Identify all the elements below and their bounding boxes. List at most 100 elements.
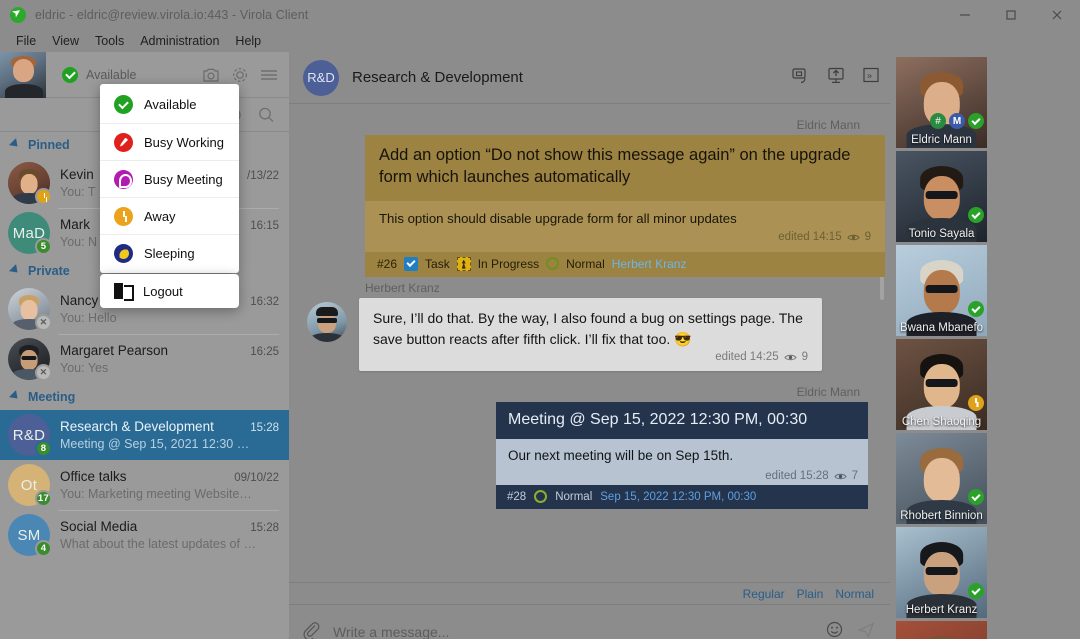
meeting-body: Our next meeting will be on Sep 15th. (508, 448, 733, 463)
my-status-label[interactable]: Available (86, 68, 201, 82)
participants-panel[interactable]: #MEldric MannTonio Sayala Bwana Mbanefo Ch… (890, 52, 1080, 639)
gear-icon[interactable] (230, 65, 250, 85)
task-id: #26 (377, 257, 397, 271)
participant-card[interactable]: Herbert Kranz (896, 527, 987, 618)
available-icon (114, 95, 133, 114)
moderator-badge-icon: M (949, 113, 965, 129)
unread-badge: 17 (35, 490, 52, 507)
meeting-title: Meeting @ Sep 15, 2022 12:30 PM, 00:30 (496, 402, 868, 439)
my-status-icon[interactable] (62, 67, 78, 83)
menu-tools[interactable]: Tools (87, 32, 132, 50)
screen-share-icon[interactable] (790, 66, 810, 90)
list-item-research-development[interactable]: R&D 8 Research & Development 15:28 Meeti… (0, 410, 289, 460)
views-count: 7 (852, 470, 858, 482)
avatar: MaD 5 (8, 212, 50, 254)
send-icon[interactable] (856, 620, 876, 639)
meeting-date[interactable]: Sep 15, 2022 12:30 PM, 00:30 (600, 491, 756, 503)
page-title: Research & Development (352, 69, 790, 86)
online-status-icon (968, 489, 984, 505)
task-priority-label: Normal (566, 257, 605, 271)
search-icon[interactable] (255, 104, 277, 126)
status-dropdown-menu[interactable]: Available Busy Working Busy Meeting Away… (100, 84, 239, 273)
chat-avatar: R&D (303, 60, 339, 96)
views-icon (834, 472, 847, 481)
chat-preview: You: Yes (60, 361, 279, 375)
upload-icon[interactable] (826, 66, 846, 90)
task-meta-bar: #26 Task In Progress Normal Herbert Kran… (365, 252, 885, 277)
logout-icon (114, 283, 132, 299)
format-plain[interactable]: Plain (797, 587, 824, 601)
chat-time: 09/10/22 (234, 472, 279, 484)
emoji-icon[interactable] (825, 620, 844, 639)
task-checkbox-icon[interactable] (404, 257, 418, 271)
participant-card[interactable]: #MEldric Mann (896, 57, 987, 148)
participant-card[interactable]: Tonio Sayala (896, 151, 987, 242)
menu-item-busy-working[interactable]: Busy Working (100, 123, 239, 160)
message-input[interactable] (333, 624, 813, 639)
chat-preview: Meeting @ Sep 15, 2021 12:30 … (60, 437, 279, 451)
group-header-meeting[interactable]: Meeting (0, 384, 289, 410)
close-button[interactable] (1034, 0, 1080, 30)
list-item[interactable]: Margaret Pearson 16:25 You: Yes (0, 334, 289, 384)
chat-message[interactable]: Sure, I’ll do that. By the way, I also f… (307, 298, 868, 372)
participant-card[interactable]: Chen Shaoqing (896, 339, 987, 430)
avatar: Ot 17 (8, 464, 50, 506)
message-list[interactable]: Eldric Mann Add an option “Do not show t… (289, 104, 890, 582)
participant-card[interactable]: Rhobert Binnion (896, 433, 987, 524)
chevron-down-icon (9, 264, 21, 276)
chevron-down-icon (9, 138, 21, 150)
edited-label: edited 15:28 (765, 470, 828, 482)
chat-time: 16:15 (250, 220, 279, 232)
menu-item-sleeping[interactable]: Sleeping (100, 234, 239, 271)
menu-item-label: Sleeping (144, 246, 195, 261)
participant-card[interactable]: Bwana Mbanefo (896, 245, 987, 336)
meeting-priority-label: Normal (555, 491, 592, 503)
menu-item-label: Logout (143, 284, 183, 299)
participant-name: Bwana Mbanefo (896, 322, 987, 334)
chat-name: Margaret Pearson (60, 343, 244, 358)
list-item[interactable]: SM 4 Social Media 15:28 What about the l… (0, 510, 289, 560)
menu-view[interactable]: View (44, 32, 87, 50)
message-sender: Eldric Mann (307, 118, 868, 132)
participant-card[interactable]: Kevin Clarke (896, 621, 987, 639)
online-status-icon (968, 583, 984, 599)
menu-item-label: Busy Working (144, 135, 224, 150)
menu-file[interactable]: File (8, 32, 44, 50)
in-progress-icon (457, 257, 471, 271)
avatar (8, 338, 50, 380)
camera-icon[interactable] (201, 65, 221, 85)
views-count: 9 (865, 230, 871, 246)
list-item[interactable]: Ot 17 Office talks 09/10/22 You: Marketi… (0, 460, 289, 510)
avatar (307, 302, 347, 342)
task-assignee[interactable]: Herbert Kranz (612, 257, 687, 271)
chat-name: Social Media (60, 519, 244, 534)
menu-item-busy-meeting[interactable]: Busy Meeting (100, 160, 239, 197)
unread-badge: 5 (35, 238, 52, 255)
format-regular[interactable]: Regular (743, 587, 785, 601)
my-avatar[interactable] (0, 52, 46, 98)
minimize-button[interactable] (942, 0, 988, 30)
chat-time: 16:25 (250, 346, 279, 358)
menu-administration[interactable]: Administration (132, 32, 227, 50)
message-text: Sure, I’ll do that. By the way, I also f… (373, 308, 808, 351)
participant-name: Chen Shaoqing (896, 416, 987, 428)
unread-badge: 4 (35, 540, 52, 557)
menu-item-available[interactable]: Available (100, 86, 239, 123)
views-icon (847, 233, 860, 242)
hamburger-icon[interactable] (259, 65, 279, 85)
menu-item-logout[interactable]: Logout (100, 274, 239, 308)
chat-name: Research & Development (60, 419, 244, 434)
maximize-button[interactable] (988, 0, 1034, 30)
online-status-icon (968, 113, 984, 129)
paperclip-icon[interactable] (301, 620, 321, 639)
collapse-panel-icon[interactable]: » (862, 66, 880, 89)
status-badge (35, 314, 52, 331)
away-status-icon (968, 395, 984, 411)
meeting-message[interactable]: Meeting @ Sep 15, 2022 12:30 PM, 00:30 O… (496, 402, 868, 509)
participant-photo (896, 621, 987, 639)
menu-item-away[interactable]: Away (100, 197, 239, 234)
edited-label: edited 14:15 (778, 230, 841, 246)
menu-help[interactable]: Help (227, 32, 269, 50)
format-normal[interactable]: Normal (835, 587, 874, 601)
task-message[interactable]: Add an option “Do not show this message … (365, 135, 885, 277)
